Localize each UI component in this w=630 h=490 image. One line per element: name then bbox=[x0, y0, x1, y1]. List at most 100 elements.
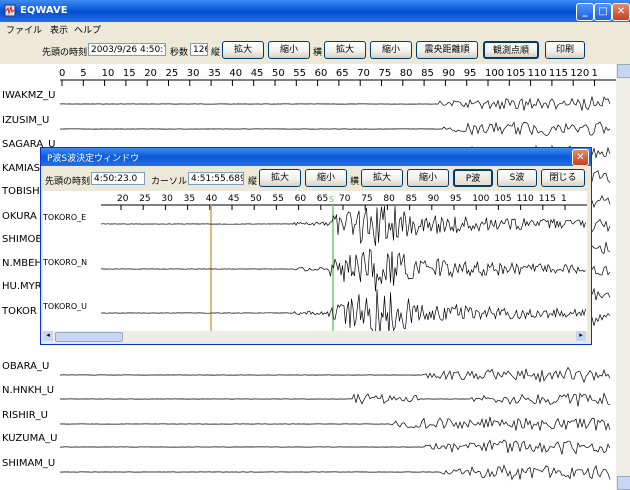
dialog-axis-tick-label: 50 bbox=[250, 194, 262, 204]
start-time-field[interactable]: 2003/9/26 4:50:7 bbox=[88, 43, 166, 56]
dialog-axis-tick-label: 1 bbox=[561, 194, 567, 204]
station-label[interactable]: HU.MYR bbox=[2, 281, 42, 292]
scroll-left-icon[interactable]: ◂ bbox=[43, 331, 53, 341]
close-button[interactable]: ✕ bbox=[612, 3, 630, 21]
station-waveform bbox=[60, 392, 611, 407]
menu-file[interactable]: ファイル bbox=[6, 23, 42, 36]
horizontal-zoom-out-button[interactable]: 縮小 bbox=[370, 41, 412, 59]
axis-tick-label: 50 bbox=[272, 68, 285, 79]
station-label[interactable]: OBARA_U bbox=[2, 361, 49, 372]
dialog-axis-tick-label: 80 bbox=[383, 194, 395, 204]
station-label[interactable]: IZUSIM_U bbox=[2, 115, 49, 126]
dialog-vertical-zoom-out-button[interactable]: 縮小 bbox=[305, 169, 347, 187]
axis-tick-label: 85 bbox=[421, 68, 434, 79]
axis-tick-label: 70 bbox=[357, 68, 370, 79]
seconds-field[interactable]: 126 bbox=[190, 43, 208, 56]
axis-tick-label: 15 bbox=[123, 68, 136, 79]
dialog-vertical-zoom-in-button[interactable]: 拡大 bbox=[259, 169, 301, 187]
station-label[interactable]: TOBISH bbox=[2, 186, 40, 197]
station-label[interactable]: RISHIR_U bbox=[2, 410, 48, 421]
axis-tick-label: 10 bbox=[102, 68, 115, 79]
dialog-vertical-label: 縦 bbox=[248, 177, 258, 187]
seismograph-icon bbox=[4, 4, 16, 17]
scroll-right-icon[interactable]: ▸ bbox=[576, 331, 586, 341]
dialog-axis-tick-label: 75 bbox=[361, 194, 372, 204]
station-label[interactable]: TOKOR bbox=[2, 306, 37, 317]
print-button[interactable]: 印刷 bbox=[545, 41, 585, 59]
axis-tick-label: 0 bbox=[59, 68, 65, 79]
channel-waveform bbox=[101, 248, 586, 292]
axis-tick-label: 5 bbox=[80, 68, 86, 79]
axis-tick-label: 115 bbox=[549, 68, 568, 79]
station-label[interactable]: SHIMAM_U bbox=[2, 458, 55, 469]
window-title: EQWAVE bbox=[20, 5, 68, 16]
dialog-horizontal-zoom-out-button[interactable]: 縮小 bbox=[407, 169, 449, 187]
station-label[interactable]: OKURA bbox=[2, 211, 37, 222]
channel-label: TOKORO_U bbox=[43, 302, 87, 311]
dialog-start-time-field[interactable]: 4:50:23.0 bbox=[91, 172, 145, 185]
axis-tick-label: 60 bbox=[315, 68, 328, 79]
station-label[interactable]: IWAKMZ_U bbox=[2, 90, 56, 101]
axis-tick-label: 80 bbox=[400, 68, 413, 79]
dialog-scroll-thumb[interactable] bbox=[55, 332, 123, 342]
station-label[interactable]: N.HNKH_U bbox=[2, 385, 54, 396]
horizontal-zoom-in-button[interactable]: 拡大 bbox=[324, 41, 366, 59]
station-label[interactable]: N.MBEH bbox=[2, 258, 42, 269]
dialog-close-icon[interactable]: ✕ bbox=[572, 149, 589, 166]
station-waveform bbox=[59, 121, 611, 136]
channel-label: TOKORO_N bbox=[43, 258, 87, 267]
menu-view[interactable]: 表示 bbox=[50, 23, 68, 36]
dialog-axis-tick-label: 55 bbox=[272, 194, 283, 204]
dialog-axis-tick-label: 25 bbox=[139, 194, 150, 204]
seconds-label: 秒数 bbox=[170, 48, 189, 58]
epicentral-sort-button[interactable]: 震央距離順 bbox=[416, 41, 478, 59]
channel-label: TOKORO_E bbox=[43, 213, 86, 222]
axis-tick-label: 105 bbox=[506, 68, 525, 79]
dialog-axis-tick-label: 70 bbox=[339, 194, 351, 204]
dialog-axis-tick-label: 20 bbox=[117, 194, 129, 204]
dialog-close-button[interactable]: 閉じる bbox=[541, 169, 585, 187]
axis-tick-label: 120 bbox=[570, 68, 589, 79]
axis-tick-label: 25 bbox=[166, 68, 179, 79]
station-label[interactable]: KUZUMA_U bbox=[2, 433, 57, 444]
p-wave-button[interactable]: P波 bbox=[453, 169, 493, 187]
axis-tick-label: 90 bbox=[442, 68, 455, 79]
cursor-label: カーソル bbox=[151, 177, 188, 187]
vertical-label: 縦 bbox=[211, 48, 221, 58]
dialog-horizontal-label: 横 bbox=[350, 177, 360, 187]
maximize-button[interactable]: □ bbox=[594, 3, 612, 21]
dialog-axis-tick-label: 45 bbox=[228, 194, 239, 204]
station-waveform bbox=[60, 439, 611, 455]
dialog-horizontal-zoom-in-button[interactable]: 拡大 bbox=[361, 169, 403, 187]
station-waveform bbox=[59, 416, 611, 431]
station-label[interactable]: KAMIAS bbox=[2, 163, 40, 174]
station-waveform bbox=[59, 464, 611, 481]
dialog-axis-tick-label: 60 bbox=[295, 194, 307, 204]
axis-tick-label: 65 bbox=[336, 68, 349, 79]
axis-tick-label: 30 bbox=[187, 68, 200, 79]
vertical-zoom-out-button[interactable]: 縮小 bbox=[268, 41, 310, 59]
dialog-waveform-plot[interactable]: 20 25 30 35 40 45 50 55 60 65 70 75 80 85 90 95 100 105 11… bbox=[43, 191, 587, 331]
dialog-waveform-canvas[interactable]: 20 25 30 35 40 45 50 55 60 65 70 75 80 85 90 95 100 105 11… bbox=[43, 191, 587, 331]
pick-dialog: P波S波決定ウィンドウ ✕ 先頭の時刻 4:50:23.0 カーソル 4:51:… bbox=[40, 147, 592, 345]
axis-tick-label: 1 bbox=[592, 68, 598, 79]
dialog-axis-tick-label: 65 bbox=[317, 194, 328, 204]
dialog-horizontal-scrollbar[interactable]: ◂ ▸ bbox=[43, 331, 587, 342]
vertical-scrollbar[interactable] bbox=[616, 64, 630, 490]
cursor-time-field[interactable]: 4:51:55.689 bbox=[188, 172, 244, 185]
dialog-start-time-label: 先頭の時刻 bbox=[45, 177, 91, 187]
axis-tick-label: 110 bbox=[528, 68, 547, 79]
dialog-axis-tick-label: 110 bbox=[517, 194, 534, 204]
s-wave-button[interactable]: S波 bbox=[497, 169, 537, 187]
station-sort-button[interactable]: 観測点順 bbox=[483, 41, 539, 59]
vertical-zoom-in-button[interactable]: 拡大 bbox=[222, 41, 264, 59]
s-pick-label: S bbox=[329, 195, 334, 204]
dialog-axis-tick-label: 30 bbox=[161, 194, 173, 204]
axis-tick-label: 100 bbox=[485, 68, 504, 79]
dialog-axis-tick-label: 40 bbox=[206, 194, 218, 204]
window-titlebar[interactable] bbox=[0, 0, 630, 22]
channel-waveform bbox=[100, 205, 586, 246]
menu-help[interactable]: ヘルプ bbox=[74, 23, 101, 36]
minimize-button[interactable]: _ bbox=[576, 3, 594, 21]
station-label[interactable]: SHIMOE bbox=[2, 234, 42, 245]
